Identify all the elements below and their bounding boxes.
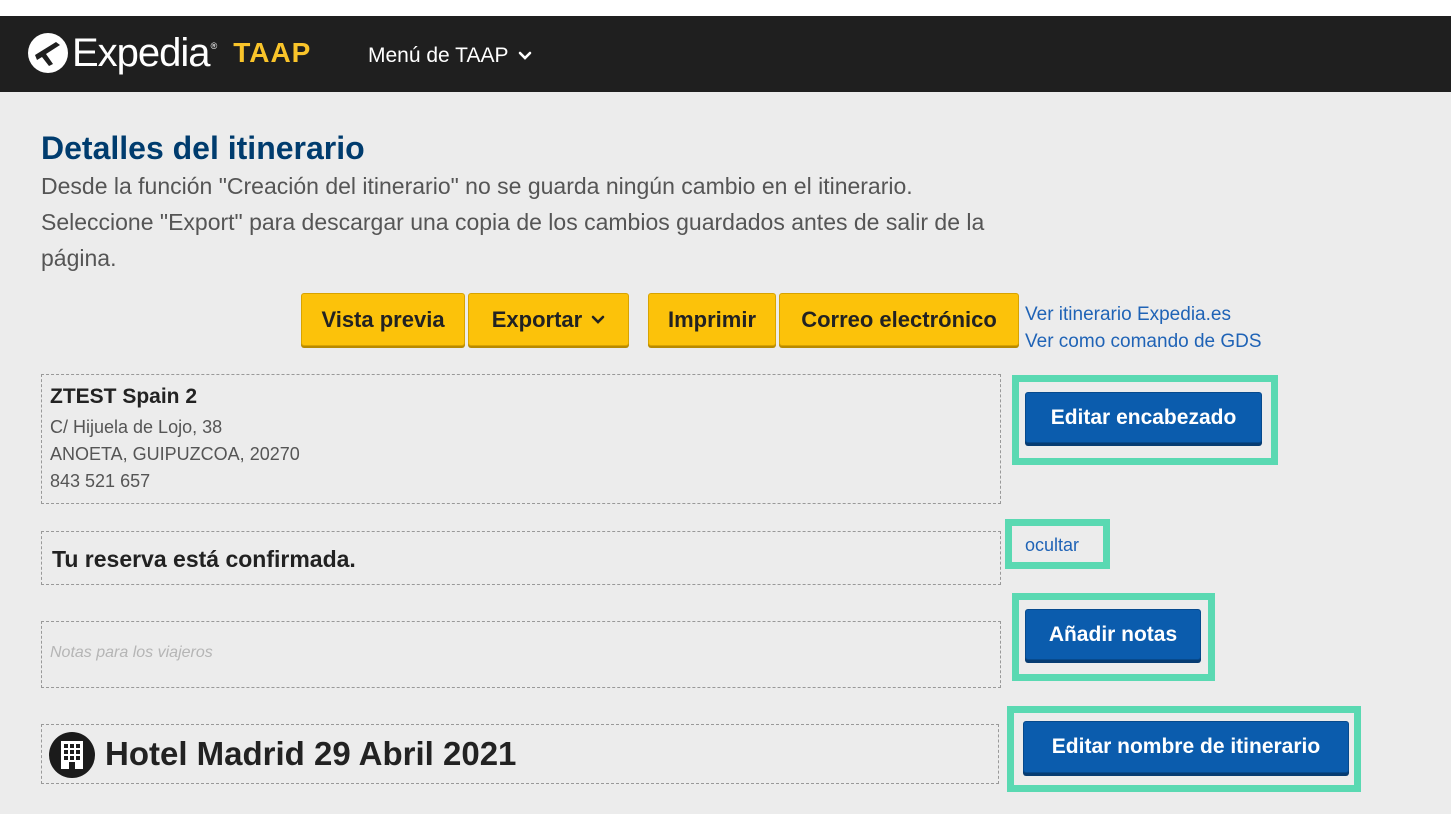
preview-button[interactable]: Vista previa [301, 293, 465, 346]
agency-phone: 843 521 657 [50, 471, 151, 491]
view-expedia-itinerary-link[interactable]: Ver itinerario Expedia.es [1025, 304, 1231, 326]
traveler-notes-placeholder: Notas para los viajeros [50, 644, 213, 661]
edit-itinerary-name-button[interactable]: Editar nombre de itinerario [1023, 721, 1349, 773]
edit-header-button[interactable]: Editar encabezado [1025, 392, 1262, 443]
hide-confirmation-link[interactable]: ocultar [1025, 535, 1079, 556]
itinerary-name: Hotel Madrid 29 Abril 2021 [105, 735, 517, 772]
email-button[interactable]: Correo electrónico [779, 293, 1019, 346]
confirmation-message: Tu reserva está confirmada. [52, 546, 356, 572]
chevron-down-icon [591, 315, 605, 324]
view-gds-command-link[interactable]: Ver como comando de GDS [1025, 331, 1262, 353]
brand-trademark: ® [210, 41, 218, 51]
hotel-building-icon [49, 732, 95, 778]
expedia-globe-icon [28, 33, 68, 73]
page-description: Desde la función "Creación del itinerari… [41, 173, 985, 271]
print-button[interactable]: Imprimir [648, 293, 776, 346]
expedia-taap-logo[interactable]: Expedia ® TAAP [26, 28, 311, 78]
confirmation-box: Tu reserva está confirmada. [41, 531, 1001, 585]
traveler-notes-box[interactable]: Notas para los viajeros [41, 621, 1001, 688]
taap-menu-label: Menú de TAAP [368, 44, 509, 67]
top-strip [0, 0, 1451, 16]
top-navigation-bar: Expedia ® TAAP Menú de TAAP [0, 16, 1451, 92]
agency-address-line2: ANOETA, GUIPUZCOA, 20270 [50, 444, 300, 464]
add-notes-button[interactable]: Añadir notas [1025, 609, 1201, 660]
agency-header-box: ZTEST Spain 2 C/ Hijuela de Lojo, 38 ANO… [41, 374, 1001, 504]
itinerary-name-box: Hotel Madrid 29 Abril 2021 [41, 724, 999, 784]
agency-address-line1: C/ Hijuela de Lojo, 38 [50, 417, 223, 437]
chevron-down-icon [519, 51, 532, 60]
export-button[interactable]: Exportar [468, 293, 629, 346]
export-button-label: Exportar [491, 306, 583, 332]
taap-menu-dropdown[interactable]: Menú de TAAP [368, 44, 532, 68]
agency-name: ZTEST Spain 2 [50, 385, 198, 408]
product-name: TAAP [233, 37, 312, 68]
brand-name: Expedia [72, 30, 211, 75]
page-title: Detalles del itinerario [41, 130, 365, 166]
